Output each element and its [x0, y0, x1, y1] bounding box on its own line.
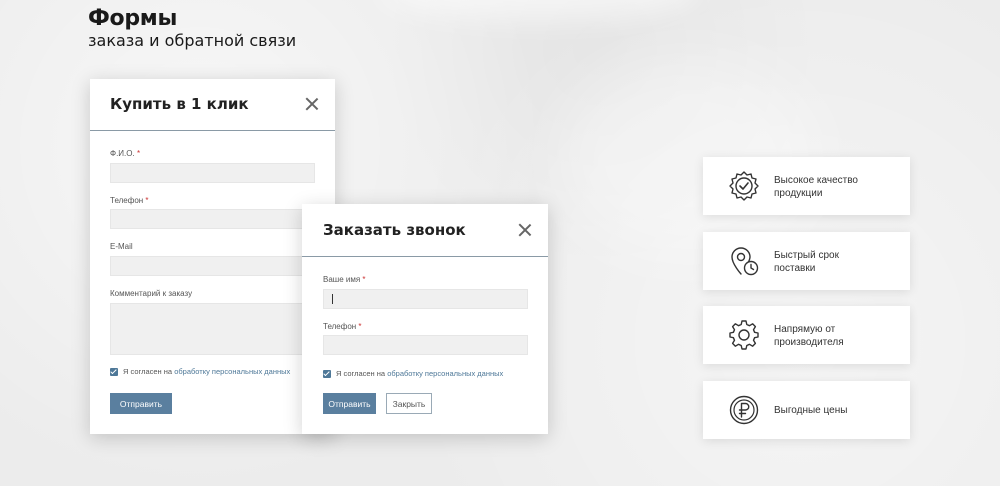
privacy-policy-link[interactable]: обработку персональных данных	[174, 367, 290, 376]
text-cursor	[332, 294, 333, 304]
feature-label-line: Выгодные цены	[774, 405, 848, 416]
required-marker: *	[362, 275, 366, 284]
modal-header: Купить в 1 клик	[90, 79, 335, 131]
feature-label: Выгодные цены	[774, 404, 847, 417]
close-icon[interactable]	[519, 224, 531, 236]
email-label-text: E-Mail	[110, 242, 133, 251]
feature-label: Напрямую от производителя	[774, 323, 844, 349]
gear-icon	[729, 320, 759, 350]
comment-field[interactable]	[110, 303, 315, 355]
modal-title: Купить в 1 клик	[110, 95, 249, 113]
submit-button[interactable]: Отправить	[110, 393, 172, 414]
consent-text: Я согласен на обработку персональных дан…	[336, 369, 503, 378]
phone-field[interactable]	[323, 335, 528, 355]
name-label: Ваше имя *	[323, 275, 366, 284]
feature-label: Высокое качество продукции	[774, 174, 858, 200]
ruble-coin-icon	[729, 395, 759, 425]
phone-label: Телефон *	[110, 196, 149, 205]
feature-label-line: Напрямую от	[774, 324, 836, 335]
email-field[interactable]	[110, 256, 315, 276]
modal-title: Заказать звонок	[323, 221, 466, 239]
comment-label-text: Комментарий к заказу	[110, 289, 193, 298]
close-icon[interactable]	[306, 98, 318, 110]
feature-label: Быстрый срок поставки	[774, 249, 839, 275]
quality-badge-icon	[729, 171, 759, 201]
feature-card: Высокое качество продукции	[703, 157, 910, 215]
consent-text: Я согласен на обработку персональных дан…	[123, 367, 290, 376]
phone-field[interactable]	[110, 209, 315, 229]
required-marker: *	[358, 322, 362, 331]
page-title: Формы	[88, 6, 178, 31]
feature-label-line: Высокое качество	[774, 175, 858, 186]
fio-label: Ф.И.О. *	[110, 149, 140, 158]
name-field[interactable]	[323, 289, 528, 309]
name-label-text: Ваше имя	[323, 275, 361, 284]
comment-label: Комментарий к заказу	[110, 289, 192, 298]
feature-label-line: продукции	[774, 188, 823, 199]
email-label: E-Mail	[110, 242, 133, 251]
feature-label-line: Быстрый срок	[774, 250, 839, 261]
request-call-modal: Заказать звонок Ваше имя * Телефон * Я с…	[302, 204, 548, 434]
feature-label-line: поставки	[774, 263, 816, 274]
consent-checkbox[interactable]	[323, 370, 331, 378]
phone-label-text: Телефон	[110, 196, 144, 205]
consent-prefix: Я согласен на	[336, 369, 386, 378]
consent-checkbox[interactable]	[110, 368, 118, 376]
feature-card: Быстрый срок поставки	[703, 232, 910, 290]
required-marker: *	[136, 149, 141, 158]
phone-label: Телефон *	[323, 322, 362, 331]
required-marker: *	[145, 196, 149, 205]
fio-label-text: Ф.И.О.	[110, 149, 135, 158]
buy-one-click-modal: Купить в 1 клик Ф.И.О. * Телефон * E-Mai…	[90, 79, 335, 434]
background-texture	[380, 0, 700, 20]
fio-field[interactable]	[110, 163, 315, 183]
feature-card: Напрямую от производителя	[703, 306, 910, 364]
close-button[interactable]: Закрыть	[386, 393, 432, 414]
submit-button[interactable]: Отправить	[323, 393, 376, 414]
consent-prefix: Я согласен на	[123, 367, 173, 376]
privacy-policy-link[interactable]: обработку персональных данных	[387, 369, 503, 378]
location-clock-icon	[731, 247, 759, 276]
modal-header: Заказать звонок	[302, 204, 548, 257]
feature-label-line: производителя	[774, 337, 844, 348]
page-subtitle: заказа и обратной связи	[88, 31, 297, 50]
phone-label-text: Телефон	[323, 322, 357, 331]
feature-card: Выгодные цены	[703, 381, 910, 439]
